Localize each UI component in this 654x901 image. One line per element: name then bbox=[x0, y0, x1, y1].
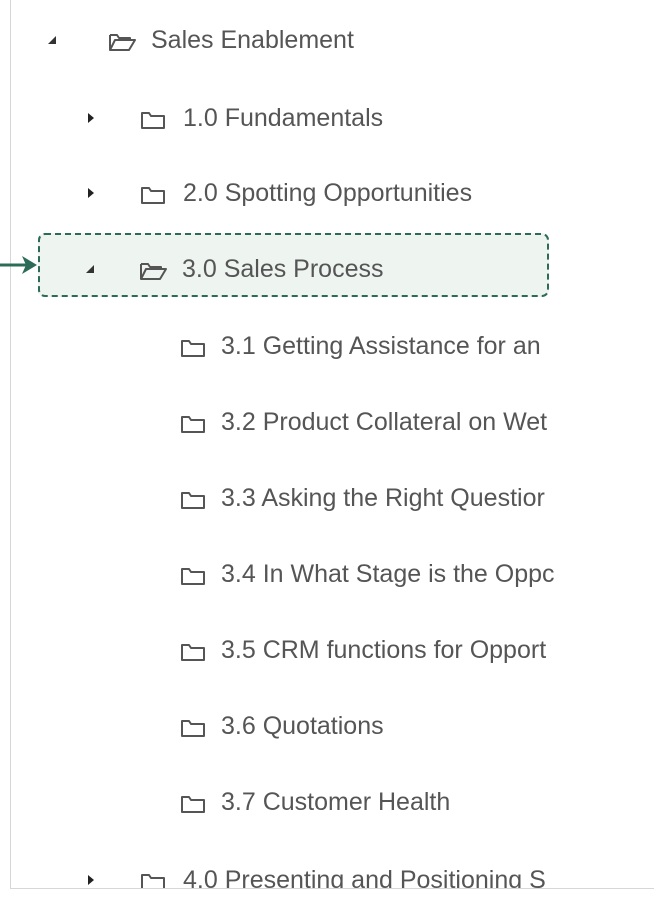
tree-item-label: 2.0 Spotting Opportunities bbox=[183, 178, 473, 207]
folder-open-icon bbox=[107, 30, 136, 51]
collapsed-toggle-icon[interactable] bbox=[82, 184, 100, 202]
folder-icon bbox=[179, 564, 205, 585]
tree-item-label: 3.6 Quotations bbox=[221, 711, 384, 740]
tree-item-label: 3.4 In What Stage is the Oppc bbox=[221, 559, 555, 588]
folder-icon bbox=[139, 870, 165, 888]
folder-icon bbox=[179, 716, 205, 737]
tree-item-4-0[interactable]: 4.0 Presenting and Positioning S bbox=[11, 860, 654, 889]
expanded-toggle-icon[interactable] bbox=[81, 260, 99, 278]
tree-item-label: 3.1 Getting Assistance for an bbox=[221, 331, 541, 360]
tree-item-3-2[interactable]: 3.2 Product Collateral on Wet bbox=[11, 402, 654, 442]
tree-item-label: 1.0 Fundamentals bbox=[183, 103, 384, 132]
folder-icon bbox=[139, 108, 165, 129]
tree-item-3-7[interactable]: 3.7 Customer Health bbox=[11, 782, 654, 822]
folder-icon bbox=[179, 792, 205, 813]
tree-item-3-1[interactable]: 3.1 Getting Assistance for an bbox=[11, 326, 654, 366]
folder-icon bbox=[179, 640, 205, 661]
folder-open-icon bbox=[138, 259, 167, 280]
tree-item-label: 3.7 Customer Health bbox=[221, 787, 451, 816]
tree-item-3-0[interactable]: 3.0 Sales Process bbox=[10, 249, 654, 289]
tree-item-label: 3.2 Product Collateral on Wet bbox=[221, 407, 548, 436]
tree-item-sales-enablement[interactable]: Sales Enablement bbox=[11, 20, 654, 60]
tree-item-3-3[interactable]: 3.3 Asking the Right Questior bbox=[11, 478, 654, 518]
tree-item-3-6[interactable]: 3.6 Quotations bbox=[11, 706, 654, 746]
folder-icon bbox=[179, 412, 205, 433]
tree-item-label: Sales Enablement bbox=[151, 25, 354, 54]
tree-item-2-0[interactable]: 2.0 Spotting Opportunities bbox=[11, 173, 654, 213]
tree-item-label: 4.0 Presenting and Positioning S bbox=[183, 865, 546, 889]
tree-item-3-4[interactable]: 3.4 In What Stage is the Oppc bbox=[11, 554, 654, 594]
tree-item-label: 3.0 Sales Process bbox=[182, 254, 384, 283]
folder-icon bbox=[179, 488, 205, 509]
tree-item-label: 3.5 CRM functions for Opport bbox=[221, 635, 547, 664]
expanded-toggle-icon[interactable] bbox=[43, 31, 61, 49]
collapsed-toggle-icon[interactable] bbox=[82, 109, 100, 127]
tree-item-label: 3.3 Asking the Right Questior bbox=[221, 483, 545, 512]
arrow-right-icon bbox=[0, 254, 38, 276]
tree-item-3-5[interactable]: 3.5 CRM functions for Opport bbox=[11, 630, 654, 670]
tree-item-1-0[interactable]: 1.0 Fundamentals bbox=[11, 98, 654, 138]
tree-view-panel: Sales Enablement 1.0 Fundamentals 2.0 Sp… bbox=[10, 0, 654, 889]
folder-icon bbox=[179, 336, 205, 357]
folder-icon bbox=[139, 183, 165, 204]
collapsed-toggle-icon[interactable] bbox=[82, 871, 100, 888]
